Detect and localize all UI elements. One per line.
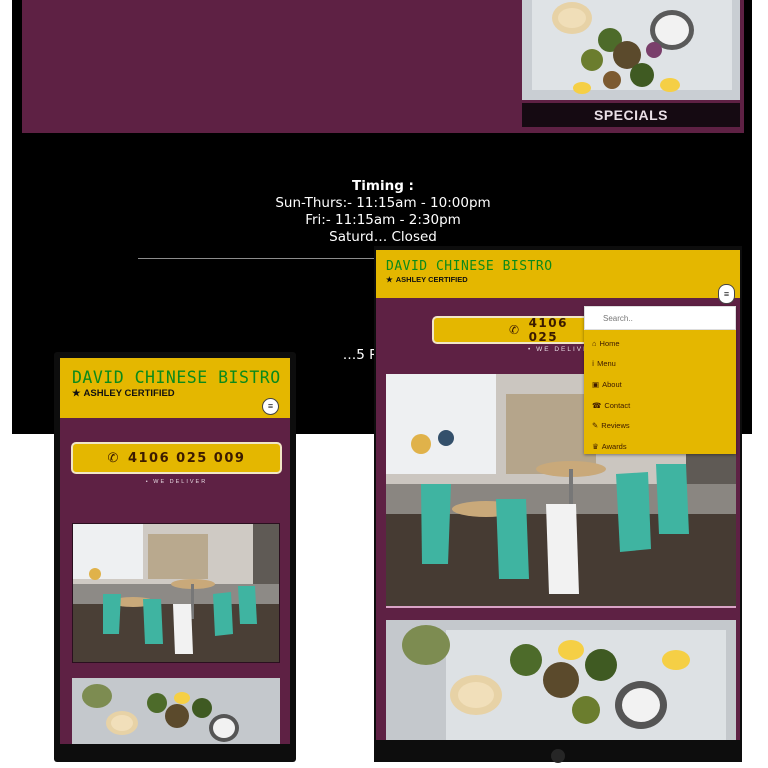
restaurant-interior-image[interactable]: [72, 523, 280, 663]
trophy-icon: ♛: [592, 441, 599, 451]
timing-title: Timing :: [352, 178, 414, 194]
star-icon: ★: [386, 275, 393, 284]
nav-item-label: Reviews: [601, 420, 630, 430]
tablet-device: DAVID CHINESE BISTRO ★ ASHLEY CERTIFIED …: [374, 246, 742, 763]
id-card-icon: ▣: [592, 379, 600, 389]
food-platter-image[interactable]: [72, 678, 280, 744]
star-icon: ★: [72, 388, 81, 399]
devices-mockup: SPECIALS Timing : Sun-Thurs:- 11:15am - …: [0, 0, 768, 768]
we-deliver-label: • WE DELIVER: [145, 479, 208, 485]
food-platter-image[interactable]: [386, 620, 736, 740]
tablet-header: DAVID CHINESE BISTRO ★ ASHLEY CERTIFIED: [376, 250, 740, 298]
specials-food-image[interactable]: [522, 0, 740, 100]
nav-item-reviews[interactable]: ✎ Reviews: [592, 418, 630, 432]
phone-number: 4106 025: [528, 316, 568, 344]
info-icon: ⅰ: [592, 358, 595, 368]
pencil-icon: ✎: [592, 420, 599, 430]
brand-name[interactable]: DAVID CHINESE BISTRO: [386, 259, 553, 274]
mobile-screen: DAVID CHINESE BISTRO ★ ASHLEY CERTIFIED …: [60, 358, 290, 744]
nav-item-about[interactable]: ▣ About: [592, 377, 622, 391]
specials-button[interactable]: SPECIALS: [522, 103, 740, 127]
phone-square-icon: ☎: [592, 400, 602, 410]
phone-number: 4106 025 009: [127, 450, 246, 466]
nav-item-awards[interactable]: ♛ Awards: [592, 439, 627, 453]
nav-item-home[interactable]: ⌂ Home: [592, 336, 620, 350]
nav-item-label: About: [602, 379, 622, 389]
certified-label: ASHLEY CERTIFIED: [83, 388, 175, 399]
call-button[interactable]: ✆ 4106 025: [432, 316, 592, 344]
hamburger-icon[interactable]: ≡: [262, 398, 279, 415]
nav-dropdown: Search.. ⌂ Home ⅰ Menu ▣ About ☎ Contact: [584, 306, 736, 454]
nav-item-label: Menu: [597, 358, 616, 368]
phone-icon: ✆: [107, 450, 120, 466]
nav-item-menu[interactable]: ⅰ Menu: [592, 356, 616, 370]
timing-sat: Saturd… Closed: [329, 229, 437, 245]
timing-sun-thurs: Sun-Thurs:- 11:15am - 10:00pm: [275, 195, 491, 211]
we-deliver-label: • WE DELIVE: [528, 346, 590, 353]
tablet-screen: DAVID CHINESE BISTRO ★ ASHLEY CERTIFIED …: [376, 250, 740, 740]
certified-badge: ★ ASHLEY CERTIFIED: [386, 275, 468, 284]
desktop-specials-section: SPECIALS: [22, 0, 744, 133]
home-icon: ⌂: [592, 338, 597, 348]
phone-icon: ✆: [509, 323, 521, 337]
search-input[interactable]: Search..: [584, 306, 736, 330]
timing-block: Timing : Sun-Thurs:- 11:15am - 10:00pm F…: [132, 178, 634, 246]
certified-label: ASHLEY CERTIFIED: [395, 275, 468, 284]
mobile-header: DAVID CHINESE BISTRO ★ ASHLEY CERTIFIED …: [60, 358, 290, 418]
nav-item-label: Awards: [601, 441, 627, 451]
nav-item-label: Home: [599, 338, 620, 348]
hamburger-icon[interactable]: ≡: [718, 284, 735, 304]
certified-badge: ★ ASHLEY CERTIFIED: [72, 388, 175, 399]
call-button[interactable]: ✆ 4106 025 009: [71, 442, 282, 474]
nav-item-label: Contact: [604, 400, 631, 410]
mobile-device: DAVID CHINESE BISTRO ★ ASHLEY CERTIFIED …: [54, 352, 296, 762]
tablet-home-button[interactable]: [551, 749, 565, 763]
brand-name[interactable]: DAVID CHINESE BISTRO: [72, 368, 281, 387]
timing-fri: Fri:- 11:15am - 2:30pm: [305, 212, 461, 228]
nav-item-contact[interactable]: ☎ Contact: [592, 398, 630, 412]
